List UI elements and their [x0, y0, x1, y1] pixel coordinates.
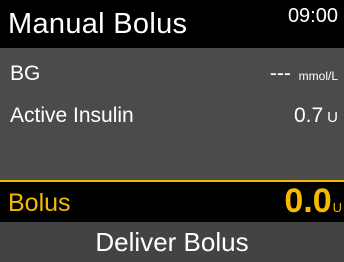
bg-reading: --- mmol/L	[270, 58, 338, 92]
bg-unit: mmol/L	[298, 69, 338, 83]
bolus-reading: 0.0U	[284, 183, 342, 226]
bolus-value: 0.0	[284, 182, 332, 220]
deliver-bolus-button[interactable]: Deliver Bolus	[0, 222, 344, 262]
active-insulin-reading: 0.7 U	[294, 100, 338, 134]
page-title: Manual Bolus	[8, 8, 188, 40]
bg-row: BG --- mmol/L	[0, 58, 344, 90]
active-insulin-row: Active Insulin 0.7 U	[0, 100, 344, 132]
manual-bolus-screen: Manual Bolus 09:00 BG --- mmol/L Active …	[0, 0, 344, 262]
clock-time: 09:00	[287, 5, 338, 27]
readings-panel: BG --- mmol/L Active Insulin 0.7 U	[0, 48, 344, 180]
bg-value: ---	[269, 62, 291, 85]
active-insulin-value: 0.7	[293, 104, 324, 127]
bolus-amount-field[interactable]: Bolus 0.0U	[0, 180, 344, 222]
bg-label: BG	[10, 62, 41, 85]
bolus-label: Bolus	[8, 189, 71, 217]
bolus-unit: U	[332, 200, 342, 215]
header-bar: Manual Bolus 09:00	[0, 0, 344, 48]
active-insulin-unit: U	[327, 109, 338, 126]
active-insulin-label: Active Insulin	[10, 104, 134, 127]
